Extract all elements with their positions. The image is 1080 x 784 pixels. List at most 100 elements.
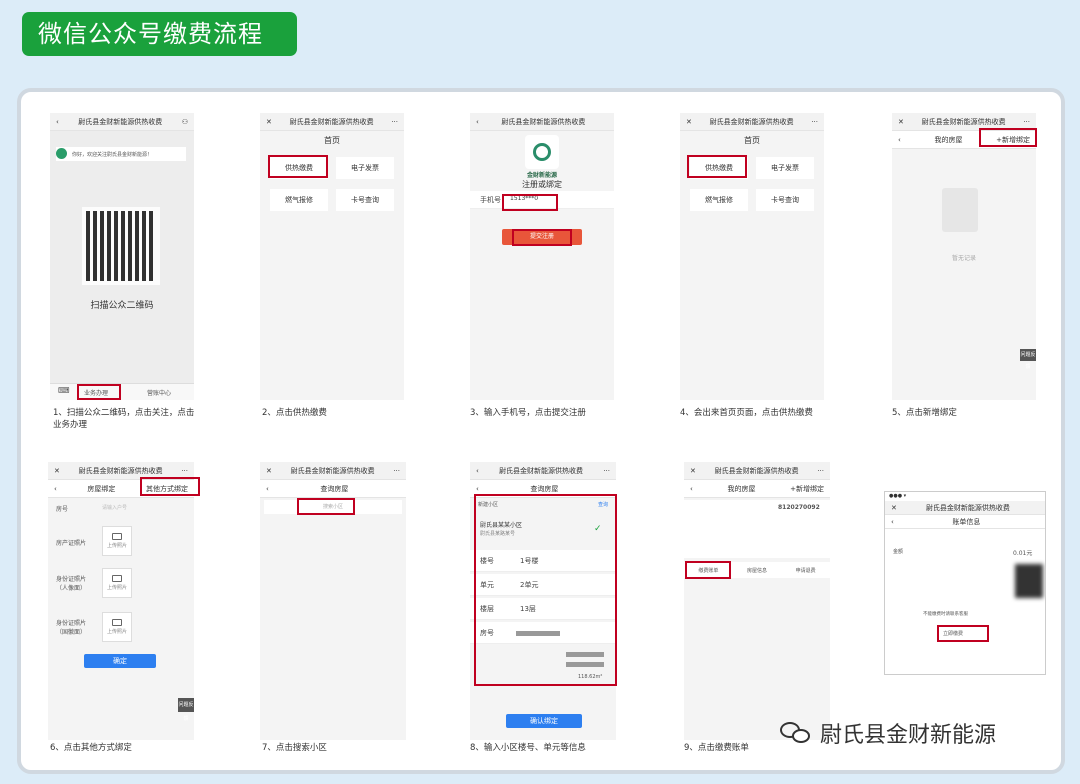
tile-repair[interactable]: 燃气报修 bbox=[690, 189, 748, 211]
redacted-block bbox=[1015, 564, 1043, 598]
camera-icon bbox=[112, 533, 122, 540]
highlight-business bbox=[77, 384, 121, 400]
idback-label: 身份证照片（国徽面） bbox=[56, 620, 87, 636]
tab-account[interactable]: 营账中心 bbox=[147, 388, 171, 397]
phone-step-5: ✕ 尉氏县金财新能源供热收费 ··· ‹ 我的房屋 +新增绑定 暂无记录 问题反馈 bbox=[892, 113, 1036, 400]
remark-text: 不能缴费时请联系客服 bbox=[923, 612, 968, 617]
more-icon[interactable]: ··· bbox=[603, 467, 610, 475]
empty-doc-icon bbox=[942, 188, 978, 232]
brand-name: 金财新能源 bbox=[526, 172, 557, 179]
home-heading: 首页 bbox=[324, 136, 340, 145]
add-binding-link[interactable]: +新增绑定 bbox=[790, 484, 824, 494]
caption-step-4: 4、会出来首页页面，点击供热缴费 bbox=[680, 408, 813, 418]
app-title: 尉氏县金财新能源供热收费 bbox=[78, 117, 163, 126]
idfront-label: 身份证照片（人像面） bbox=[56, 576, 87, 592]
phone-step-10: ●●● ▾ ✕ 尉氏县金财新能源供热收费 ‹ 账单信息 金额 0.01元 不能缴费时… bbox=[884, 491, 1046, 675]
qr-code bbox=[82, 207, 160, 285]
phone-header: ✕ 尉氏县金财新能源供热收费 ··· bbox=[260, 113, 404, 131]
caption-step-1: 1、扫描公众二维码，点击关注，点击业务办理 bbox=[53, 408, 195, 430]
home-heading: 首页 bbox=[744, 136, 760, 145]
tile-invoice[interactable]: 电子发票 bbox=[336, 157, 394, 179]
caption-step-2: 2、点击供热缴费 bbox=[262, 408, 327, 418]
tile-invoice[interactable]: 电子发票 bbox=[756, 157, 814, 179]
wechat-icon bbox=[780, 720, 814, 746]
phone-header: ✕ 尉氏县金财新能源供热收费 ··· bbox=[680, 113, 824, 131]
user-icon[interactable]: ⚇ bbox=[182, 118, 188, 126]
highlight-submit bbox=[512, 229, 572, 246]
chat-bubble: 你好，欢迎关注尉氏县金财新能源！ bbox=[56, 147, 186, 161]
phone-step-6: ✕ 尉氏县金财新能源供热收费 ··· ‹ 房屋绑定 其他方式绑定 房号 请输入户号 房产… bbox=[48, 462, 194, 740]
page-title: 微信公众号缴费流程 bbox=[22, 12, 297, 56]
more-icon[interactable]: ··· bbox=[817, 467, 824, 475]
highlight-heat-pay bbox=[268, 155, 328, 178]
watermark: 尉氏县金财新能源 bbox=[780, 717, 996, 749]
tab-house-info[interactable]: 房屋信息 bbox=[747, 567, 767, 574]
highlight-pay-now bbox=[937, 625, 989, 642]
app-title: 尉氏县金财新能源供热收费 bbox=[78, 466, 163, 475]
page-heading: 我的房屋 bbox=[727, 484, 756, 493]
phone-header: ‹ 尉氏县金财新能源供热收费 bbox=[470, 113, 614, 131]
highlight-add-binding bbox=[979, 128, 1037, 147]
highlight-search bbox=[297, 498, 355, 515]
tile-repair[interactable]: 燃气报修 bbox=[270, 189, 328, 211]
more-icon[interactable]: ··· bbox=[1023, 118, 1030, 126]
page-heading: 查询房屋 bbox=[530, 484, 559, 493]
more-icon[interactable]: ··· bbox=[393, 467, 400, 475]
phone-header: ‹ 尉氏县金财新能源供热收费 ··· bbox=[470, 462, 616, 480]
highlight-info-form bbox=[474, 494, 617, 686]
caption-step-6: 6、点击其他方式绑定 bbox=[50, 743, 132, 753]
idback-upload[interactable]: 上传照片 bbox=[102, 612, 132, 642]
tile-card-query[interactable]: 卡号查询 bbox=[756, 189, 814, 211]
app-title: 尉氏县金财新能源供热收费 bbox=[499, 466, 584, 475]
caption-step-5: 5、点击新增绑定 bbox=[892, 408, 957, 418]
house-label: 房号 bbox=[56, 506, 69, 513]
page-heading: 房屋绑定 bbox=[87, 484, 116, 493]
confirm-bind-button[interactable]: 确认绑定 bbox=[506, 714, 582, 728]
qr-label: 扫描公众二维码 bbox=[90, 301, 154, 311]
highlight-phone-field bbox=[502, 194, 558, 211]
watermark-text: 尉氏县金财新能源 bbox=[820, 723, 997, 748]
account-number: 8120270092 bbox=[778, 504, 820, 511]
avatar bbox=[56, 148, 67, 159]
camera-icon bbox=[112, 575, 122, 582]
register-heading: 注册或绑定 bbox=[522, 180, 562, 189]
caption-step-8: 8、输入小区楼号、单元等信息 bbox=[470, 743, 586, 753]
app-title: 尉氏县金财新能源供热收费 bbox=[289, 117, 374, 126]
phone-step-9: ✕ 尉氏县金财新能源供热收费 ··· ‹ 我的房屋 +新增绑定 8120270092 缴… bbox=[684, 462, 830, 740]
tile-card-query[interactable]: 卡号查询 bbox=[336, 189, 394, 211]
page-heading: 查询房屋 bbox=[320, 484, 349, 493]
brand-logo bbox=[525, 135, 559, 169]
app-title: 尉氏县金财新能源供热收费 bbox=[921, 117, 1006, 126]
highlight-other-binding bbox=[140, 477, 200, 496]
phone-header: ✕ 尉氏县金财新能源供热收费 ··· bbox=[684, 462, 830, 480]
caption-step-3: 3、输入手机号，点击提交注册 bbox=[470, 408, 586, 418]
phone-step-1: ‹ 尉氏县金财新能源供热收费 ⚇ 你好，欢迎关注尉氏县金财新能源！ 扫描公众二维码 … bbox=[50, 113, 194, 400]
app-title: 尉氏县金财新能源供热收费 bbox=[290, 466, 375, 475]
app-title: 尉氏县金财新能源供热收费 bbox=[501, 117, 586, 126]
more-icon[interactable]: ··· bbox=[391, 118, 398, 126]
keyboard-icon[interactable]: ⌨ bbox=[58, 386, 70, 395]
phone-header: ✕ 尉氏县金财新能源供热收费 bbox=[885, 501, 1045, 515]
app-title: 尉氏县金财新能源供热收费 bbox=[714, 466, 799, 475]
tab-refund[interactable]: 申请退费 bbox=[796, 567, 816, 574]
page-heading: 账单信息 bbox=[952, 517, 981, 526]
empty-text: 暂无记录 bbox=[951, 255, 976, 262]
deed-label: 房产证照片 bbox=[56, 540, 87, 547]
phone-step-3: ‹ 尉氏县金财新能源供热收费 金财新能源 注册或绑定 手机号 1513***0 提… bbox=[470, 113, 614, 400]
amount-value: 0.01元 bbox=[1013, 550, 1033, 557]
feedback-button[interactable]: 问题反馈 bbox=[1020, 349, 1036, 370]
more-icon[interactable]: ··· bbox=[181, 467, 188, 475]
phone-label: 手机号 bbox=[480, 195, 501, 204]
status-bar: ●●● ▾ bbox=[889, 493, 907, 499]
confirm-button[interactable]: 确定 bbox=[84, 654, 156, 668]
feedback-button[interactable]: 问题反馈 bbox=[178, 698, 194, 722]
deed-upload[interactable]: 上传照片 bbox=[102, 526, 132, 556]
idfront-upload[interactable]: 上传照片 bbox=[102, 568, 132, 598]
app-title: 尉氏县金财新能源供热收费 bbox=[925, 503, 1010, 512]
caption-step-7: 7、点击搜索小区 bbox=[262, 743, 327, 753]
caption-step-9: 9、点击缴费账单 bbox=[684, 743, 749, 753]
more-icon[interactable]: ··· bbox=[811, 118, 818, 126]
camera-icon bbox=[112, 619, 122, 626]
phone-header: ✕ 尉氏县金财新能源供热收费 ··· bbox=[260, 462, 406, 480]
house-input[interactable]: 请输入户号 bbox=[102, 504, 127, 511]
